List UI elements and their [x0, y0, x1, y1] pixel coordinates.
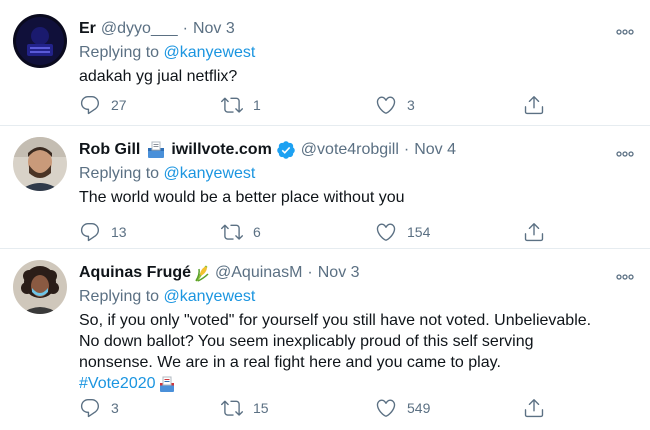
retweet-icon [221, 94, 243, 116]
tweet-actions: 27 1 3 [79, 93, 559, 117]
tweet-actions: 13 6 154 [79, 220, 559, 244]
user-handle[interactable]: @AquinasM [215, 264, 302, 282]
avatar[interactable] [13, 260, 67, 314]
more-icon[interactable] [616, 22, 634, 28]
share-icon [523, 94, 545, 116]
tweet[interactable]: Aquinas Frugé @AquinasM · Nov 3 Replying… [0, 249, 650, 430]
user-handle[interactable]: @dyyo___ [101, 20, 178, 38]
reply-count: 13 [111, 224, 127, 240]
more-icon[interactable] [616, 267, 634, 273]
retweet-button[interactable]: 15 [221, 396, 269, 420]
replying-to-label: Replying to [79, 288, 164, 305]
display-name[interactable]: Rob Gill [79, 141, 140, 159]
heart-icon [375, 94, 397, 116]
tweet-text: The world would be a better place withou… [79, 189, 405, 206]
separator: · [307, 264, 313, 281]
like-button[interactable]: 154 [375, 220, 430, 244]
heart-icon [375, 397, 397, 419]
retweet-icon [221, 221, 243, 243]
retweet-count: 6 [253, 224, 261, 240]
tweet[interactable]: Er @dyyo___ · Nov 3 Replying to @kanyewe… [0, 0, 650, 126]
reply-button[interactable]: 13 [79, 220, 127, 244]
retweet-button[interactable]: 1 [221, 93, 261, 117]
share-button[interactable] [523, 396, 545, 420]
retweet-count: 1 [253, 97, 261, 113]
replying-to-label: Replying to [79, 165, 164, 182]
replying-to: Replying to @kanyewest [79, 42, 610, 64]
more-icon[interactable] [616, 144, 634, 150]
share-button[interactable] [523, 220, 545, 244]
display-name[interactable]: Aquinas Frugé [79, 264, 191, 282]
display-name-suffix[interactable]: iwillvote.com [171, 141, 271, 159]
like-count: 3 [407, 97, 415, 113]
avatar[interactable] [13, 137, 67, 191]
heart-icon [375, 221, 397, 243]
replying-to-label: Replying to [79, 44, 164, 61]
tweet-date[interactable]: Nov 4 [414, 141, 456, 159]
ballot-box-icon [146, 140, 166, 160]
like-count: 154 [407, 224, 431, 240]
reply-count: 3 [111, 400, 119, 416]
like-count: 549 [407, 400, 431, 416]
replying-to: Replying to @kanyewest [79, 286, 610, 308]
share-button[interactable] [523, 93, 545, 117]
like-button[interactable]: 549 [375, 396, 430, 420]
tweet[interactable]: Rob Gill iwillvote.com @vote4robgill · N… [0, 126, 650, 249]
reply-icon [79, 94, 101, 116]
retweet-icon [221, 397, 243, 419]
reply-icon [79, 221, 101, 243]
separator: · [403, 141, 410, 158]
replying-to: Replying to @kanyewest [79, 163, 610, 185]
reply-count: 27 [111, 97, 127, 113]
tweet-text: adakah yg jual netflix? [79, 68, 238, 85]
separator: · [182, 20, 188, 37]
reply-icon [79, 397, 101, 419]
corn-emoji-icon [194, 264, 210, 282]
like-button[interactable]: 3 [375, 93, 415, 117]
tweet-text-line: So, if you only "voted" for yourself you… [79, 312, 592, 329]
verified-badge-icon [276, 140, 296, 160]
reply-button[interactable]: 27 [79, 93, 127, 117]
ballot-emoji-icon [158, 375, 176, 393]
retweet-count: 15 [253, 400, 269, 416]
mention-link[interactable]: @kanyewest [164, 288, 256, 305]
tweet-actions: 3 15 549 [79, 396, 559, 420]
hashtag-link[interactable]: #Vote2020 [79, 373, 156, 394]
share-icon [523, 397, 545, 419]
tweet-text-line: nonsense. We are in a real fight here an… [79, 354, 501, 371]
share-icon [523, 221, 545, 243]
tweet-date[interactable]: Nov 3 [193, 20, 235, 38]
retweet-button[interactable]: 6 [221, 220, 261, 244]
tweet-text: So, if you only "voted" for yourself you… [79, 310, 610, 394]
mention-link[interactable]: @kanyewest [164, 165, 256, 182]
tweet-text-line: No down ballot? You seem inexplicably pr… [79, 333, 534, 350]
reply-button[interactable]: 3 [79, 396, 119, 420]
user-handle[interactable]: @vote4robgill [301, 141, 399, 159]
display-name[interactable]: Er [79, 20, 96, 38]
mention-link[interactable]: @kanyewest [164, 44, 256, 61]
avatar[interactable] [13, 14, 67, 68]
tweet-date[interactable]: Nov 3 [318, 264, 360, 282]
